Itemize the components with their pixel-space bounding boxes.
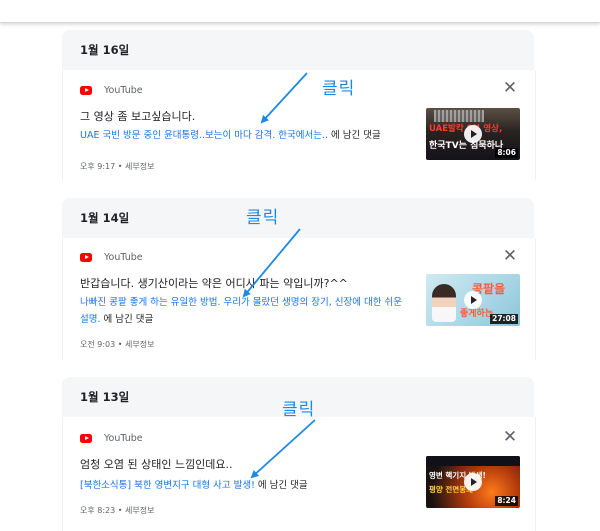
annotation-arrow — [260, 72, 308, 124]
annotation-arrows — [242, 72, 316, 479]
annotation-arrow — [250, 419, 316, 479]
annotation-arrow — [242, 228, 301, 298]
